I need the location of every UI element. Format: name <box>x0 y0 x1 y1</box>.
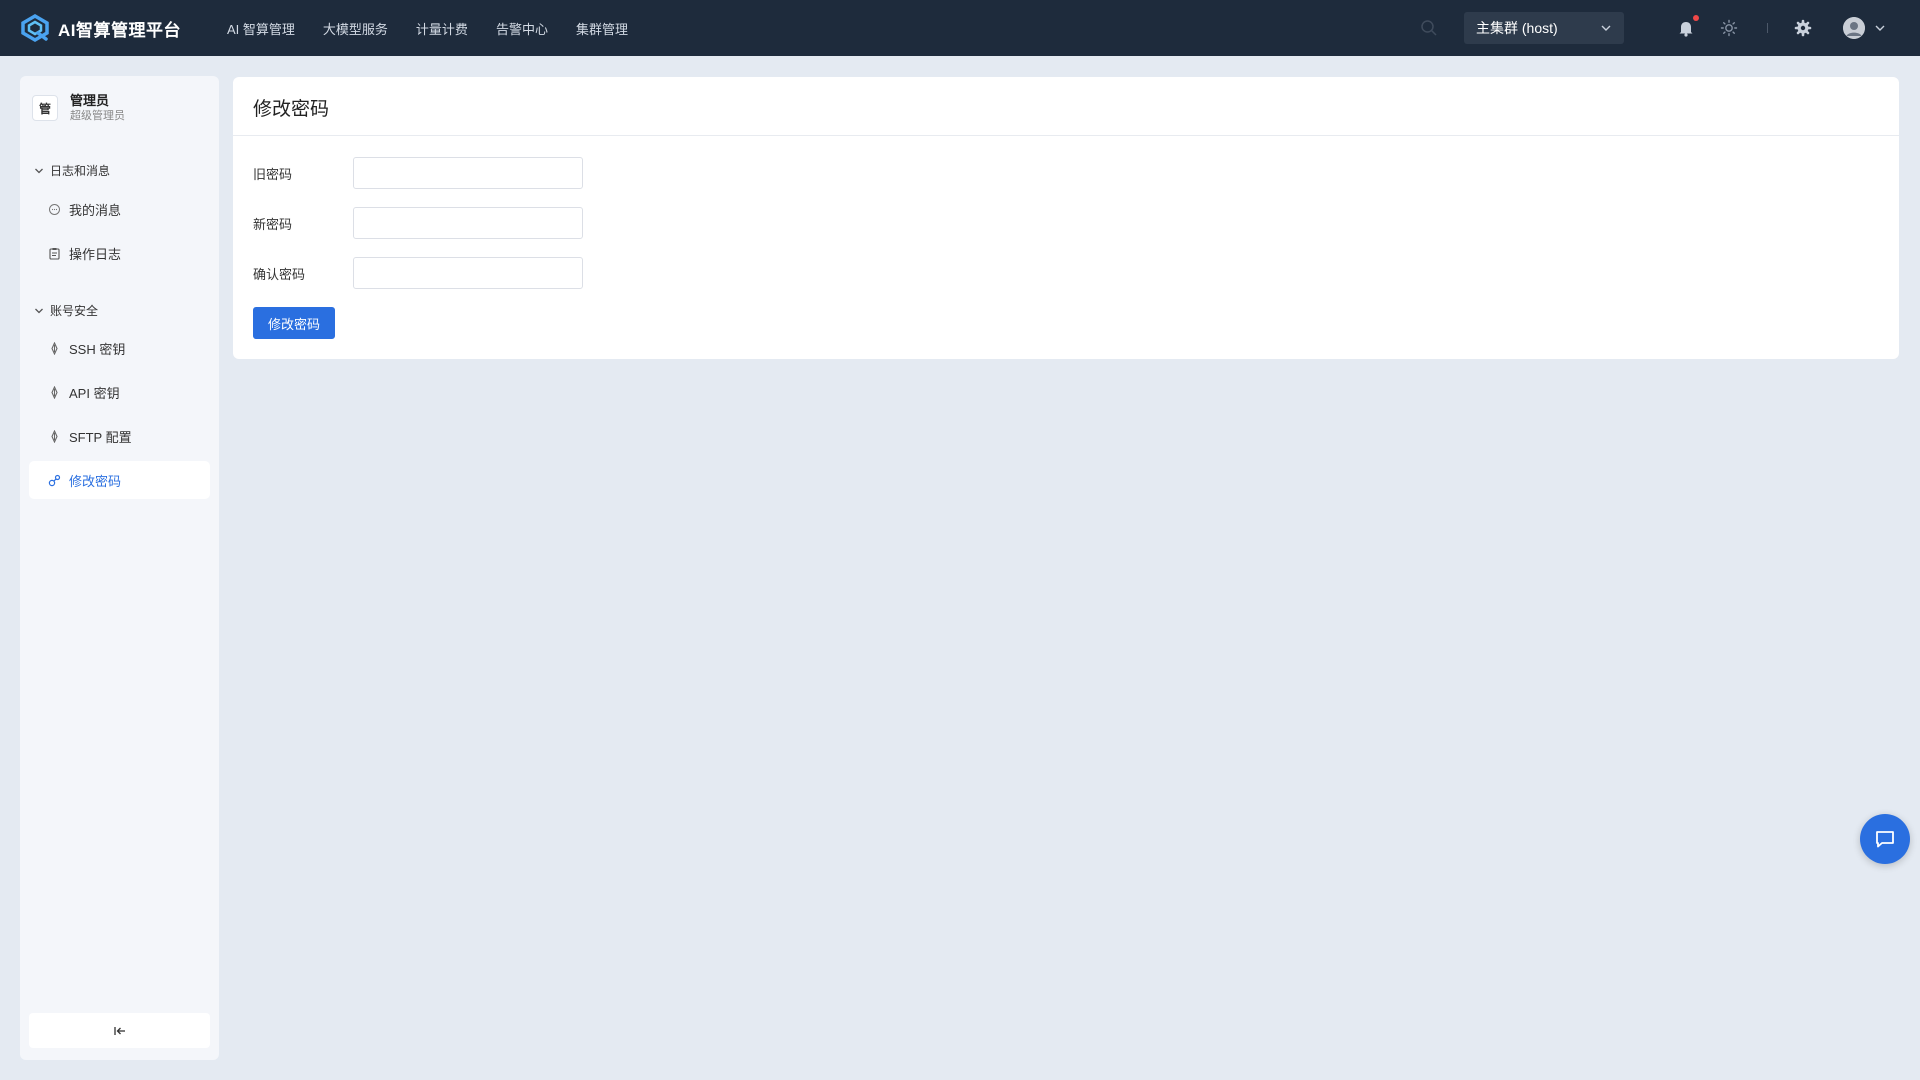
sun-icon[interactable] <box>1719 18 1739 38</box>
chat-assistant-button[interactable] <box>1860 814 1910 864</box>
change-password-button[interactable]: 修改密码 <box>253 307 335 339</box>
sidebar-group-label: 账号安全 <box>50 304 99 318</box>
user-silhouette-icon <box>1843 17 1865 39</box>
user-name: 管理员 <box>70 93 110 108</box>
chevron-down-icon <box>35 168 43 173</box>
confirm-password-label: 确认密码 <box>253 266 306 282</box>
sidebar-item-api-keys[interactable]: API 密钥 <box>29 373 210 411</box>
sidebar-item-label: SFTP 配置 <box>69 429 132 445</box>
sidebar-item-my-messages[interactable]: 我的消息 <box>29 190 210 228</box>
change-password-card: 修改密码 旧密码 新密码 确认密码 修改密码 <box>233 77 1899 359</box>
old-password-input[interactable] <box>353 157 583 189</box>
key-icon <box>51 429 58 443</box>
topbar-divider <box>1767 23 1768 33</box>
collapse-left-icon <box>113 1026 125 1035</box>
sidebar-item-label: API 密钥 <box>69 385 120 401</box>
key-icon <box>51 341 58 355</box>
sidebar-item-ssh-keys[interactable]: SSH 密钥 <box>29 329 210 367</box>
new-password-input[interactable] <box>353 207 583 239</box>
old-password-label: 旧密码 <box>253 166 293 182</box>
key-icon <box>51 385 58 399</box>
brand[interactable]: AI智算管理平台 <box>20 13 181 43</box>
sidebar: 管 管理员 超级管理员 日志和消息 我的消息 操作日志 账号安全 SSH 密钥 … <box>20 76 219 1060</box>
chevron-down-icon <box>35 308 43 313</box>
confirm-password-row: 确认密码 <box>253 257 583 289</box>
sidebar-item-label: 我的消息 <box>69 202 122 218</box>
gear-icon[interactable] <box>1793 18 1813 38</box>
user-role: 超级管理员 <box>70 110 125 122</box>
sidebar-item-operation-log[interactable]: 操作日志 <box>29 234 210 272</box>
link-key-icon <box>48 474 61 486</box>
bell-icon[interactable] <box>1676 18 1696 38</box>
user-avatar[interactable] <box>1843 17 1865 39</box>
confirm-password-input[interactable] <box>353 257 583 289</box>
top-navigation-bar: AI智算管理平台 AI 智算管理 大模型服务 计量计费 告警中心 集群管理 <box>0 0 1920 56</box>
brand-name: AI智算管理平台 <box>58 20 181 40</box>
chevron-down-icon <box>1601 25 1611 31</box>
main-nav: AI 智算管理 大模型服务 计量计费 告警中心 集群管理 <box>227 19 656 38</box>
new-password-row: 新密码 <box>253 207 583 239</box>
user-card: 管 管理员 超级管理员 <box>32 93 125 123</box>
sidebar-item-label: 修改密码 <box>69 473 122 489</box>
notification-dot <box>1693 15 1699 21</box>
nav-item-ai-compute[interactable]: AI 智算管理 <box>227 19 295 38</box>
nav-item-billing[interactable]: 计量计费 <box>416 19 468 38</box>
cluster-selected-value: 主集群 (host) <box>1476 20 1558 36</box>
chevron-down-icon[interactable] <box>1874 22 1886 34</box>
cluster-selector[interactable]: 主集群 (host) <box>1464 12 1624 44</box>
new-password-label: 新密码 <box>253 216 293 232</box>
chat-icon <box>1876 831 1894 848</box>
sidebar-collapse-button[interactable] <box>29 1013 210 1048</box>
nav-item-llm-service[interactable]: 大模型服务 <box>323 19 388 38</box>
title-divider <box>233 135 1899 136</box>
message-icon <box>49 203 60 215</box>
sidebar-item-label: 操作日志 <box>69 246 122 262</box>
page-title: 修改密码 <box>253 99 330 120</box>
search-icon[interactable] <box>1420 19 1438 37</box>
sidebar-item-label: SSH 密钥 <box>69 341 126 357</box>
brand-logo-icon <box>21 13 49 43</box>
old-password-row: 旧密码 <box>253 157 583 189</box>
user-badge: 管 <box>32 95 58 121</box>
sidebar-group-logs-messages[interactable]: 日志和消息 <box>34 162 110 179</box>
nav-item-cluster-management[interactable]: 集群管理 <box>576 19 628 38</box>
sidebar-group-account-security[interactable]: 账号安全 <box>34 302 98 319</box>
nav-item-alerts[interactable]: 告警中心 <box>496 19 548 38</box>
sidebar-group-label: 日志和消息 <box>50 164 111 178</box>
clipboard-icon <box>49 247 60 260</box>
sidebar-item-change-password[interactable]: 修改密码 <box>29 461 210 499</box>
sidebar-item-sftp-config[interactable]: SFTP 配置 <box>29 417 210 455</box>
